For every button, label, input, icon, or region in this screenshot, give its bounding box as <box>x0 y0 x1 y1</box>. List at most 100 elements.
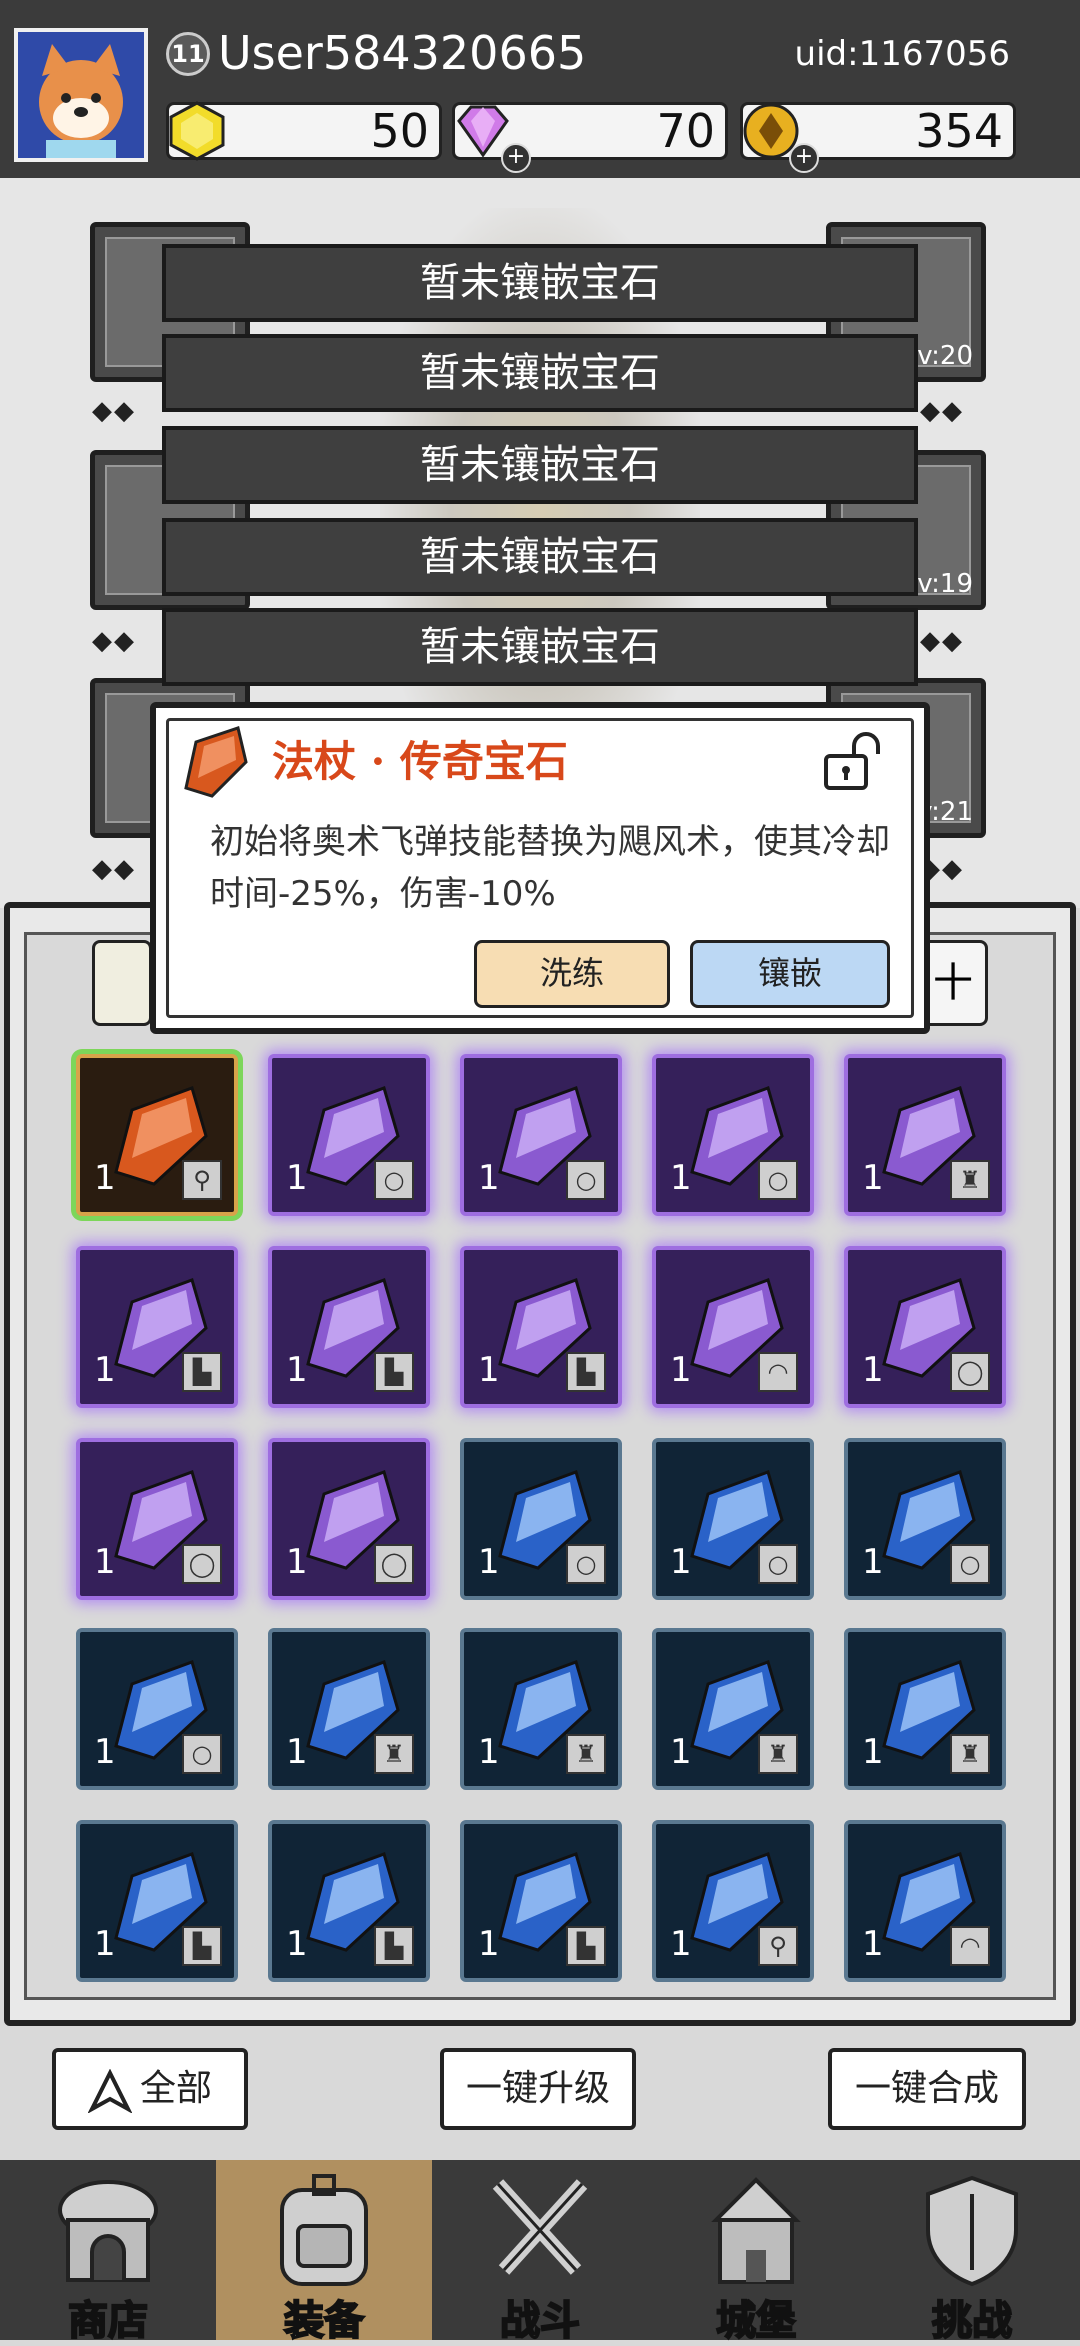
gem-socket-4[interactable]: 暂未镶嵌宝石 <box>162 518 918 596</box>
inventory-gem-slot[interactable]: 1 ○ <box>652 1054 814 1216</box>
gem-socket-2[interactable]: 暂未镶嵌宝石 <box>162 334 918 412</box>
gold-gem-value: 50 <box>370 104 429 158</box>
slot-rating-diamonds: ◆◆ <box>92 854 136 884</box>
upgrade-all-button[interactable]: 一键升级 <box>440 2048 636 2130</box>
inventory-gem-slot[interactable]: 1 ♜ <box>268 1628 430 1790</box>
gem-count: 1 <box>478 1924 500 1964</box>
gold-gem-icon <box>169 101 225 161</box>
shield-icon <box>926 2175 1018 2287</box>
necklace-icon: ◯ <box>950 1352 990 1392</box>
shop-icon <box>58 2180 158 2282</box>
ring-icon: ○ <box>566 1160 606 1200</box>
gem-count: 1 <box>478 1158 500 1198</box>
gem-socket-3[interactable]: 暂未镶嵌宝石 <box>162 426 918 504</box>
inventory-gem-slot[interactable]: 1 ○ <box>460 1054 622 1216</box>
backpack-icon <box>280 2174 368 2286</box>
armor-icon: ♜ <box>950 1734 990 1774</box>
diamond-counter[interactable]: + 70 <box>452 102 728 173</box>
inventory-gem-slot[interactable]: 1 ⚲ <box>76 1054 238 1216</box>
inventory-gem-slot[interactable]: 1 ◯ <box>76 1438 238 1600</box>
nav-shop[interactable]: 商店 <box>0 2160 216 2345</box>
inventory-gem-slot[interactable]: 1 ▙ <box>76 1246 238 1408</box>
legendary-gem-icon <box>184 726 248 798</box>
gem-count: 1 <box>478 1350 500 1390</box>
gem-count: 1 <box>286 1158 308 1198</box>
armor-icon: ♜ <box>758 1734 798 1774</box>
filter-all-label: 全部 <box>139 2068 212 2109</box>
gem-count: 1 <box>286 1542 308 1582</box>
avatar[interactable] <box>14 28 148 162</box>
shiba-avatar-icon <box>18 32 144 158</box>
inventory-gem-slot[interactable]: 1 ○ <box>844 1438 1006 1600</box>
inventory-gem-slot[interactable]: 1 ♜ <box>844 1054 1006 1216</box>
nav-castle[interactable]: 城堡 <box>648 2160 864 2345</box>
filter-triangle-icon <box>87 2068 133 2114</box>
gem-detail-popup: 法杖 · 传奇宝石 初始将奥术飞弹技能替换为飓风术，使其冷却时间-25%，伤害-… <box>150 702 930 1034</box>
inventory-gem-slot[interactable]: 1 ▙ <box>268 1246 430 1408</box>
armor-icon: ♜ <box>566 1734 606 1774</box>
inventory-gem-slot[interactable]: 1 ◠ <box>844 1820 1006 1982</box>
coin-counter[interactable]: + 354 <box>740 102 1016 173</box>
inventory-gem-slot[interactable]: 1 ▙ <box>268 1820 430 1982</box>
armor-icon: ♜ <box>374 1734 414 1774</box>
ring-icon: ○ <box>950 1544 990 1584</box>
ring-icon: ○ <box>182 1734 222 1774</box>
nav-battle[interactable]: 战斗 <box>432 2160 648 2345</box>
ring-icon: ○ <box>374 1160 414 1200</box>
nav-castle-label: 城堡 <box>715 2296 797 2345</box>
inventory-gem-slot[interactable]: 1 ♜ <box>460 1628 622 1790</box>
inventory-gem-slot[interactable]: 1 ♜ <box>652 1628 814 1790</box>
username: User584320665 <box>218 26 587 80</box>
refine-button[interactable]: 洗练 <box>474 940 670 1008</box>
gem-count: 1 <box>670 1350 692 1390</box>
gem-count: 1 <box>670 1732 692 1772</box>
coin-plus-icon[interactable]: + <box>789 143 819 173</box>
staff-icon: ⚲ <box>758 1926 798 1966</box>
coin-value: 354 <box>915 104 1003 158</box>
inventory-gem-slot[interactable]: 1 ▙ <box>460 1820 622 1982</box>
inventory-gem-slot[interactable]: 1 ◯ <box>268 1438 430 1600</box>
necklace-icon: ◯ <box>374 1544 414 1584</box>
inventory-gem-slot[interactable]: 1 ○ <box>460 1438 622 1600</box>
inventory-gem-slot[interactable]: 1 ⚲ <box>652 1820 814 1982</box>
inventory-gem-slot[interactable]: 1 ♜ <box>844 1628 1006 1790</box>
filter-all-button[interactable]: 全部 <box>52 2048 248 2130</box>
nav-battle-label: 战斗 <box>499 2296 581 2345</box>
gem-count: 1 <box>478 1542 500 1582</box>
gem-socket-1[interactable]: 暂未镶嵌宝石 <box>162 244 918 322</box>
unlocked-lock-icon[interactable] <box>822 732 886 792</box>
diamond-plus-icon[interactable]: + <box>501 143 531 173</box>
staff-icon: ⚲ <box>182 1160 222 1200</box>
gem-count: 1 <box>478 1732 500 1772</box>
crossed-swords-icon <box>492 2179 588 2275</box>
slot-rating-diamonds: ◆◆ <box>920 396 964 426</box>
slot-rating-diamonds: ◆◆ <box>92 626 136 656</box>
gem-count: 1 <box>94 1542 116 1582</box>
ring-icon: ○ <box>758 1544 798 1584</box>
gem-count: 1 <box>94 1158 116 1198</box>
nav-equipment[interactable]: 装备 <box>216 2160 432 2345</box>
nav-challenge[interactable]: 挑战 <box>864 2160 1080 2345</box>
inventory-gem-slot[interactable]: 1 ○ <box>76 1628 238 1790</box>
nav-challenge-label: 挑战 <box>931 2296 1013 2345</box>
helmet-icon: ◠ <box>950 1926 990 1966</box>
gem-count: 1 <box>94 1350 116 1390</box>
inventory-gem-slot[interactable]: 1 ○ <box>652 1438 814 1600</box>
gem-count: 1 <box>670 1924 692 1964</box>
inventory-gem-slot[interactable]: 1 ◠ <box>652 1246 814 1408</box>
gem-count: 1 <box>286 1350 308 1390</box>
gold-gem-counter[interactable]: 50 <box>166 101 442 161</box>
bottom-nav: 商店 装备 战斗 城堡 挑战 <box>0 2160 1080 2345</box>
merge-all-button[interactable]: 一键合成 <box>828 2048 1026 2130</box>
inventory-gem-slot[interactable]: 1 ▙ <box>460 1246 622 1408</box>
inlay-button[interactable]: 镶嵌 <box>690 940 890 1008</box>
inventory-gem-slot[interactable]: 1 ◯ <box>844 1246 1006 1408</box>
nav-equipment-label: 装备 <box>283 2296 365 2345</box>
armor-tab-icon[interactable] <box>92 940 152 1026</box>
inventory-gem-slot[interactable]: 1 ○ <box>268 1054 430 1216</box>
boots-icon: ▙ <box>182 1926 222 1966</box>
inventory-gem-slot[interactable]: 1 ▙ <box>76 1820 238 1982</box>
gem-socket-5[interactable]: 暂未镶嵌宝石 <box>162 608 918 686</box>
gem-count: 1 <box>286 1732 308 1772</box>
gem-count: 1 <box>862 1732 884 1772</box>
